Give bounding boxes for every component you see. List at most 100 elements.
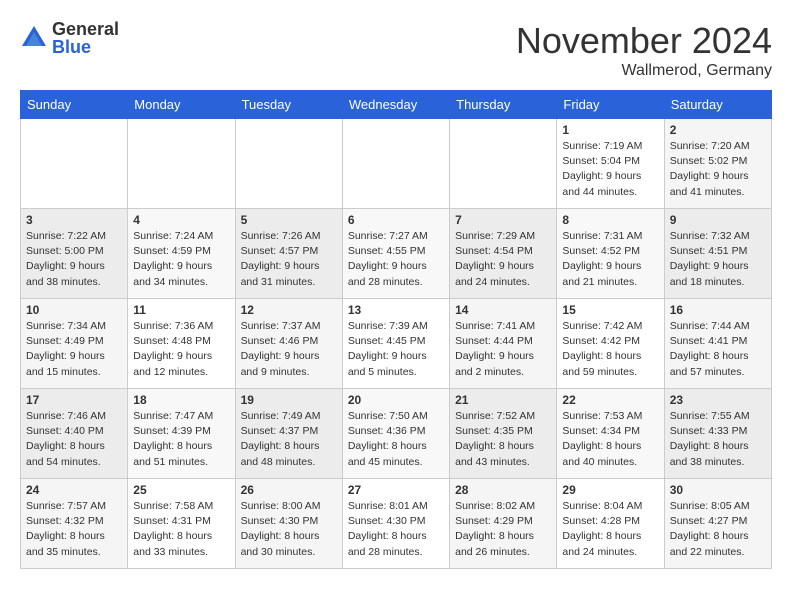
day-number: 27	[348, 483, 444, 497]
day-number: 2	[670, 123, 766, 137]
day-number: 30	[670, 483, 766, 497]
page-header: General Blue November 2024 Wallmerod, Ge…	[20, 20, 772, 80]
weekday-header-saturday: Saturday	[664, 91, 771, 119]
day-number: 18	[133, 393, 229, 407]
day-info: Sunrise: 7:46 AM Sunset: 4:40 PM Dayligh…	[26, 409, 122, 470]
day-info: Sunrise: 8:04 AM Sunset: 4:28 PM Dayligh…	[562, 499, 658, 560]
day-number: 16	[670, 303, 766, 317]
day-number: 19	[241, 393, 337, 407]
calendar-cell: 28Sunrise: 8:02 AM Sunset: 4:29 PM Dayli…	[450, 479, 557, 569]
day-number: 4	[133, 213, 229, 227]
day-info: Sunrise: 7:39 AM Sunset: 4:45 PM Dayligh…	[348, 319, 444, 380]
day-info: Sunrise: 7:22 AM Sunset: 5:00 PM Dayligh…	[26, 229, 122, 290]
day-number: 8	[562, 213, 658, 227]
calendar-cell: 8 Sunrise: 7:31 AM Sunset: 4:52 PM Daylig…	[557, 209, 664, 299]
day-number: 24	[26, 483, 122, 497]
day-number: 9	[670, 213, 766, 227]
day-info: Sunrise: 7:47 AM Sunset: 4:39 PM Dayligh…	[133, 409, 229, 470]
calendar-cell: 15 Sunrise: 7:42 AM Sunset: 4:42 PM Dayli…	[557, 299, 664, 389]
calendar-week-row: 10 Sunrise: 7:34 AM Sunset: 4:49 PM Dayli…	[21, 299, 772, 389]
day-info: Sunrise: 7:49 AM Sunset: 4:37 PM Dayligh…	[241, 409, 337, 470]
day-info: Sunrise: 7:57 AM Sunset: 4:32 PM Dayligh…	[26, 499, 122, 560]
day-info: Sunrise: 7:52 AM Sunset: 4:35 PM Dayligh…	[455, 409, 551, 470]
day-number: 17	[26, 393, 122, 407]
calendar-cell	[128, 119, 235, 209]
calendar-cell: 11 Sunrise: 7:36 AM Sunset: 4:48 PM Dayli…	[128, 299, 235, 389]
calendar-cell: 19 Sunrise: 7:49 AM Sunset: 4:37 PM Dayli…	[235, 389, 342, 479]
day-number: 10	[26, 303, 122, 317]
day-number: 29	[562, 483, 658, 497]
logo-blue-text: Blue	[52, 38, 119, 56]
calendar-cell: 21 Sunrise: 7:52 AM Sunset: 4:35 PM Dayli…	[450, 389, 557, 479]
day-number: 6	[348, 213, 444, 227]
day-info: Sunrise: 7:37 AM Sunset: 4:46 PM Dayligh…	[241, 319, 337, 380]
day-info: Sunrise: 7:41 AM Sunset: 4:44 PM Dayligh…	[455, 319, 551, 380]
day-number: 3	[26, 213, 122, 227]
calendar-cell: 25 Sunrise: 7:58 AM Sunset: 4:31 PM Dayli…	[128, 479, 235, 569]
weekday-header-wednesday: Wednesday	[342, 91, 449, 119]
day-info: Sunrise: 7:55 AM Sunset: 4:33 PM Dayligh…	[670, 409, 766, 470]
title-block: November 2024 Wallmerod, Germany	[516, 20, 772, 80]
day-info: Sunrise: 8:01 AM Sunset: 4:30 PM Dayligh…	[348, 499, 444, 560]
calendar-cell: 5Sunrise: 7:26 AM Sunset: 4:57 PM Daylig…	[235, 209, 342, 299]
weekday-header-sunday: Sunday	[21, 91, 128, 119]
day-number: 20	[348, 393, 444, 407]
logo-icon	[20, 24, 48, 52]
calendar-cell: 29 Sunrise: 8:04 AM Sunset: 4:28 PM Dayli…	[557, 479, 664, 569]
calendar-week-row: 1Sunrise: 7:19 AM Sunset: 5:04 PM Daylig…	[21, 119, 772, 209]
location: Wallmerod, Germany	[516, 62, 772, 80]
calendar-cell: 12 Sunrise: 7:37 AM Sunset: 4:46 PM Dayli…	[235, 299, 342, 389]
calendar-cell	[235, 119, 342, 209]
calendar-cell: 18 Sunrise: 7:47 AM Sunset: 4:39 PM Dayli…	[128, 389, 235, 479]
weekday-header-thursday: Thursday	[450, 91, 557, 119]
logo: General Blue	[20, 20, 119, 56]
day-info: Sunrise: 7:34 AM Sunset: 4:49 PM Dayligh…	[26, 319, 122, 380]
calendar-cell: 7 Sunrise: 7:29 AM Sunset: 4:54 PM Daylig…	[450, 209, 557, 299]
calendar-cell: 3 Sunrise: 7:22 AM Sunset: 5:00 PM Daylig…	[21, 209, 128, 299]
calendar-table: SundayMondayTuesdayWednesdayThursdayFrid…	[20, 90, 772, 569]
day-info: Sunrise: 7:31 AM Sunset: 4:52 PM Dayligh…	[562, 229, 658, 290]
calendar-cell: 6 Sunrise: 7:27 AM Sunset: 4:55 PM Daylig…	[342, 209, 449, 299]
calendar-cell: 22Sunrise: 7:53 AM Sunset: 4:34 PM Dayli…	[557, 389, 664, 479]
calendar-cell: 2 Sunrise: 7:20 AM Sunset: 5:02 PM Daylig…	[664, 119, 771, 209]
calendar-cell: 13Sunrise: 7:39 AM Sunset: 4:45 PM Dayli…	[342, 299, 449, 389]
day-info: Sunrise: 8:00 AM Sunset: 4:30 PM Dayligh…	[241, 499, 337, 560]
day-info: Sunrise: 7:29 AM Sunset: 4:54 PM Dayligh…	[455, 229, 551, 290]
day-number: 1	[562, 123, 658, 137]
day-number: 15	[562, 303, 658, 317]
day-number: 22	[562, 393, 658, 407]
day-info: Sunrise: 7:42 AM Sunset: 4:42 PM Dayligh…	[562, 319, 658, 380]
weekday-header-friday: Friday	[557, 91, 664, 119]
calendar-cell	[450, 119, 557, 209]
day-info: Sunrise: 7:20 AM Sunset: 5:02 PM Dayligh…	[670, 139, 766, 200]
calendar-cell	[342, 119, 449, 209]
calendar-week-row: 17 Sunrise: 7:46 AM Sunset: 4:40 PM Dayli…	[21, 389, 772, 479]
calendar-cell: 9 Sunrise: 7:32 AM Sunset: 4:51 PM Daylig…	[664, 209, 771, 299]
month-title: November 2024	[516, 20, 772, 62]
calendar-cell: 17 Sunrise: 7:46 AM Sunset: 4:40 PM Dayli…	[21, 389, 128, 479]
day-number: 12	[241, 303, 337, 317]
logo-general-text: General	[52, 20, 119, 38]
calendar-cell: 26Sunrise: 8:00 AM Sunset: 4:30 PM Dayli…	[235, 479, 342, 569]
calendar-cell	[21, 119, 128, 209]
day-info: Sunrise: 8:05 AM Sunset: 4:27 PM Dayligh…	[670, 499, 766, 560]
day-info: Sunrise: 7:44 AM Sunset: 4:41 PM Dayligh…	[670, 319, 766, 380]
day-info: Sunrise: 7:26 AM Sunset: 4:57 PM Dayligh…	[241, 229, 337, 290]
day-info: Sunrise: 7:27 AM Sunset: 4:55 PM Dayligh…	[348, 229, 444, 290]
day-info: Sunrise: 8:02 AM Sunset: 4:29 PM Dayligh…	[455, 499, 551, 560]
day-info: Sunrise: 7:32 AM Sunset: 4:51 PM Dayligh…	[670, 229, 766, 290]
day-number: 25	[133, 483, 229, 497]
calendar-week-row: 3 Sunrise: 7:22 AM Sunset: 5:00 PM Daylig…	[21, 209, 772, 299]
day-number: 21	[455, 393, 551, 407]
calendar-cell: 10 Sunrise: 7:34 AM Sunset: 4:49 PM Dayli…	[21, 299, 128, 389]
day-number: 7	[455, 213, 551, 227]
day-info: Sunrise: 7:36 AM Sunset: 4:48 PM Dayligh…	[133, 319, 229, 380]
day-info: Sunrise: 7:50 AM Sunset: 4:36 PM Dayligh…	[348, 409, 444, 470]
calendar-cell: 4 Sunrise: 7:24 AM Sunset: 4:59 PM Daylig…	[128, 209, 235, 299]
day-info: Sunrise: 7:24 AM Sunset: 4:59 PM Dayligh…	[133, 229, 229, 290]
calendar-cell: 1Sunrise: 7:19 AM Sunset: 5:04 PM Daylig…	[557, 119, 664, 209]
weekday-header-monday: Monday	[128, 91, 235, 119]
calendar-cell: 16 Sunrise: 7:44 AM Sunset: 4:41 PM Dayli…	[664, 299, 771, 389]
day-info: Sunrise: 7:58 AM Sunset: 4:31 PM Dayligh…	[133, 499, 229, 560]
day-number: 11	[133, 303, 229, 317]
